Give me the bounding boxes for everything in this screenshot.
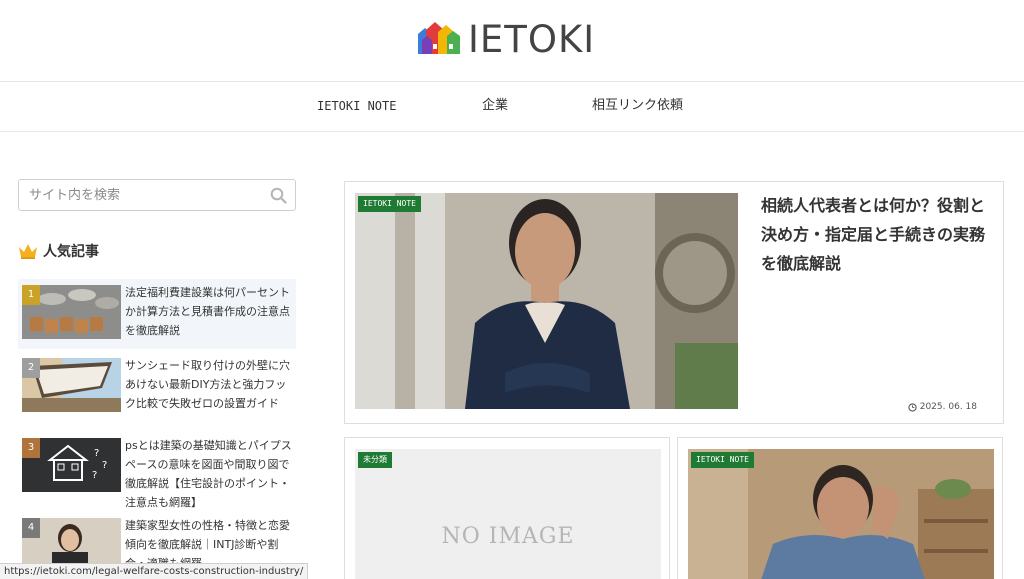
featured-post-thumbnail: IETOKI NOTE [355, 193, 738, 409]
svg-text:?: ? [102, 460, 107, 471]
site-logo[interactable]: IETOKI [416, 20, 595, 60]
post-date: 2025. 06. 18 [908, 402, 977, 412]
rank-number: 4 [22, 518, 40, 538]
search-icon[interactable] [270, 187, 287, 204]
category-label: IETOKI NOTE [358, 196, 421, 212]
popular-posts-heading: 人気記事 [18, 239, 99, 263]
browser-status-bar: https://ietoki.com/legal-welfare-costs-c… [0, 563, 309, 579]
rank-number: 3 [22, 438, 40, 458]
rank-number: 2 [22, 358, 40, 378]
post-thumbnail: ? ? ? 3 [22, 438, 121, 492]
nav-item-company[interactable]: 企業 [482, 82, 508, 132]
global-nav: IETOKI NOTE 企業 相互リンク依頼 [0, 82, 1024, 132]
post-title: psとは建築の基礎知識とパイプスペースの意味を図面や間取り図で徹底解説【住宅設計… [125, 439, 292, 509]
worried-man-image [688, 449, 994, 579]
popular-post-item[interactable]: ? ? ? 3 psとは建築の基礎知識とパイプスペースの意味を図面や間取り図で徹… [18, 432, 296, 509]
post-thumbnail: 1 [22, 285, 121, 339]
featured-post-card[interactable]: IETOKI NOTE 相続人代表者とは何か？役割と決め方・指定届と手続きの実務… [344, 181, 1004, 424]
post-thumbnail: NO IMAGE 未分類 [355, 449, 661, 579]
category-label: IETOKI NOTE [691, 452, 754, 468]
thoughtful-man-image [355, 193, 738, 409]
post-date-text: 2025. 06. 18 [919, 402, 977, 412]
nav-item-ietoki-note[interactable]: IETOKI NOTE [317, 82, 396, 132]
post-title: サンシェード取り付けの外壁に穴あけない最新DIY方法と強力フック比較で失敗ゼロの… [125, 359, 290, 410]
logo-houses-icon [418, 22, 460, 54]
post-thumbnail: 2 [22, 358, 121, 412]
post-title: 法定福利費建設業は何パーセントか計算方法と見積書作成の注意点を徹底解説 [125, 286, 290, 337]
featured-post-title: 相続人代表者とは何か？役割と決め方・指定届と手続きの実務を徹底解説 [761, 196, 986, 273]
rank-number: 1 [22, 285, 40, 305]
category-label: 未分類 [358, 452, 392, 468]
clock-icon [908, 402, 917, 412]
popular-posts-title: 人気記事 [43, 244, 99, 260]
site-header: IETOKI [0, 0, 1024, 82]
post-thumbnail: IETOKI NOTE [688, 449, 994, 579]
popular-post-item[interactable]: 2 サンシェード取り付けの外壁に穴あけない最新DIY方法と強力フック比較で失敗ゼ… [18, 352, 296, 422]
post-card[interactable]: IETOKI NOTE [677, 437, 1003, 579]
site-search [18, 179, 296, 211]
search-input[interactable] [19, 180, 259, 210]
crown-icon [19, 244, 37, 259]
svg-text:?: ? [94, 448, 99, 459]
nav-item-mutual-link[interactable]: 相互リンク依頼 [592, 82, 683, 132]
post-card[interactable]: NO IMAGE 未分類 [344, 437, 670, 579]
logo-text: IETOKI [468, 18, 596, 61]
svg-text:?: ? [92, 470, 97, 481]
popular-post-item[interactable]: 1 法定福利費建設業は何パーセントか計算方法と見積書作成の注意点を徹底解説 [18, 279, 296, 349]
no-image-text: NO IMAGE [441, 524, 575, 549]
